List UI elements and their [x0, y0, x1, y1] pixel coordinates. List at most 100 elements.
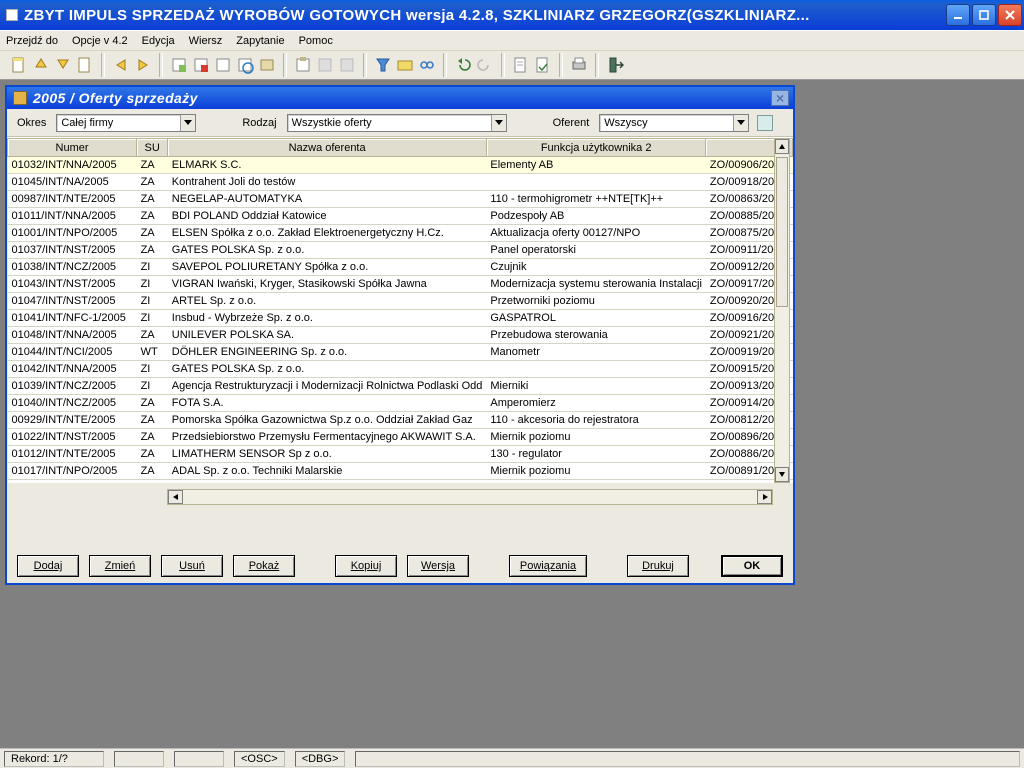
table-row[interactable]: 01038/INT/NCZ/2005ZISAVEPOL POLIURETANY …	[8, 259, 793, 276]
cell-su: ZA	[137, 327, 168, 344]
oferent-dropdown[interactable]: Wszyscy	[599, 114, 749, 132]
col-funk[interactable]: Funkcja użytkownika 2	[486, 139, 706, 157]
clipboard-icon[interactable]	[294, 56, 312, 74]
undo-icon[interactable]	[454, 56, 472, 74]
maximize-button[interactable]	[972, 4, 996, 26]
table-row[interactable]: 01048/INT/NNA/2005ZAUNILEVER POLSKA SA.P…	[8, 327, 793, 344]
cell-nazwa: Agencja Restrukturyzacji i Modernizacji …	[168, 378, 487, 395]
rodzaj-value: Wszystkie oferty	[292, 117, 372, 129]
inner-titlebar: 2005 / Oferty sprzedaży ×	[7, 87, 793, 109]
okres-label: Okres	[17, 117, 46, 129]
status-blank1	[114, 751, 164, 767]
table-row[interactable]: 01044/INT/NCI/2005WTDÖHLER ENGINEERING S…	[8, 344, 793, 361]
cell-funk: 110 - akcesoria do rejestratora	[486, 412, 706, 429]
cell-nazwa: "AUTOROBOT-STREFA" Sp.z o.o.	[168, 480, 487, 484]
cell-funk: Miernik poziomu	[486, 463, 706, 480]
funnel-icon[interactable]	[374, 56, 392, 74]
chevron-down-icon	[491, 115, 506, 131]
scroll-thumb[interactable]	[776, 157, 788, 307]
cell-su: ZA	[137, 446, 168, 463]
table-row[interactable]: 01042/INT/NNA/2005ZIGATES POLSKA Sp. z o…	[8, 361, 793, 378]
table-row[interactable]: 00987/INT/NTE/2005ZANEGELAP-AUTOMATYKA11…	[8, 191, 793, 208]
okres-dropdown[interactable]: Całej firmy	[56, 114, 196, 132]
usun-button[interactable]: Usuń	[161, 555, 223, 577]
pokaz-button[interactable]: Pokaż	[233, 555, 295, 577]
wersja-button[interactable]: Wersja	[407, 555, 469, 577]
zmien-button[interactable]: Zmień	[89, 555, 151, 577]
cell-num: 01047/INT/NST/2005	[8, 293, 137, 310]
doc-icon[interactable]	[10, 56, 28, 74]
cell-su: ZA	[137, 225, 168, 242]
status-blank2	[174, 751, 224, 767]
inner-close-button[interactable]: ×	[771, 90, 789, 106]
menu-wiersz[interactable]: Wiersz	[189, 35, 223, 47]
page-icon[interactable]	[512, 56, 530, 74]
table-row[interactable]: 00929/INT/NTE/2005ZAPomorska Spółka Gazo…	[8, 412, 793, 429]
cell-nazwa: BDI POLAND Oddział Katowice	[168, 208, 487, 225]
table-row[interactable]: 01022/INT/NST/2005ZAPrzedsiebiorstwo Prz…	[8, 429, 793, 446]
menu-edycja[interactable]: Edycja	[142, 35, 175, 47]
sheet-green-icon[interactable]	[170, 56, 188, 74]
sheet-red-icon[interactable]	[192, 56, 210, 74]
chevron-down-icon	[733, 115, 748, 131]
menu-pomoc[interactable]: Pomoc	[299, 35, 333, 47]
printer-icon[interactable]	[570, 56, 588, 74]
dodaj-button[interactable]: Dodaj	[17, 555, 79, 577]
doc2-icon[interactable]	[76, 56, 94, 74]
cell-num: 01040/INT/NCZ/2005	[8, 395, 137, 412]
cell-num: 01043/INT/NST/2005	[8, 276, 137, 293]
table-row[interactable]: 01043/INT/NST/2005ZIVIGRAN Iwański, Kryg…	[8, 276, 793, 293]
table-row[interactable]: 01047/INT/NST/2005ZIARTEL Sp. z o.o.Prze…	[8, 293, 793, 310]
cell-su: ZA	[137, 463, 168, 480]
table-row[interactable]: 01012/INT/NTE/2005ZALIMATHERM SENSOR Sp …	[8, 446, 793, 463]
status-dbg: <DBG>	[295, 751, 346, 767]
link-icon[interactable]	[418, 56, 436, 74]
cell-num: 01032/INT/NNA/2005	[8, 157, 137, 174]
menu-opcje[interactable]: Opcje v 4.2	[72, 35, 128, 47]
table-row[interactable]: 01011/INT/NNA/2005ZABDI POLAND Oddział K…	[8, 208, 793, 225]
sheet-refresh-icon[interactable]	[236, 56, 254, 74]
down-arrow-icon[interactable]	[54, 56, 72, 74]
table-row[interactable]: 01039/INT/NCZ/2005ZIAgencja Restrukturyz…	[8, 378, 793, 395]
menu-zapytanie[interactable]: Zapytanie	[236, 35, 284, 47]
sheet-blank-icon[interactable]	[214, 56, 232, 74]
ok-button[interactable]: OK	[721, 555, 783, 577]
app-icon	[6, 9, 18, 21]
redo-icon	[476, 56, 494, 74]
exit-icon[interactable]	[606, 56, 624, 74]
cell-num: 01012/INT/NTE/2005	[8, 446, 137, 463]
cell-su: ZI	[137, 361, 168, 378]
col-numer[interactable]: Numer	[8, 139, 137, 157]
page-check-icon[interactable]	[534, 56, 552, 74]
minimize-button[interactable]	[946, 4, 970, 26]
cell-nazwa: SAVEPOL POLIURETANY Spółka z o.o.	[168, 259, 487, 276]
cell-funk: Aktualizacja oferty 00127/NPO	[486, 225, 706, 242]
folder-icon[interactable]	[396, 56, 414, 74]
drukuj-button[interactable]: Drukuj	[627, 555, 689, 577]
cell-su: WT	[137, 344, 168, 361]
horizontal-scrollbar[interactable]	[167, 489, 773, 505]
col-nazwa[interactable]: Nazwa oferenta	[168, 139, 487, 157]
table-row[interactable]: 01017/INT/NPO/2005ZAADAL Sp. z o.o. Tech…	[8, 463, 793, 480]
table-row[interactable]: 01001/INT/NPO/2005ZAELSEN Spółka z o.o. …	[8, 225, 793, 242]
close-button[interactable]	[998, 4, 1022, 26]
powiazania-button[interactable]: Powiązania	[509, 555, 587, 577]
menu-przejdz[interactable]: Przejdź do	[6, 35, 58, 47]
right-arrow-icon[interactable]	[134, 56, 152, 74]
table-row[interactable]: 01040/INT/NCZ/2005ZAFOTA S.A.Amperomierz…	[8, 395, 793, 412]
book-icon[interactable]	[258, 56, 276, 74]
table-row[interactable]: 01023/INT/NST/2005ZA"AUTOROBOT-STREFA" S…	[8, 480, 793, 484]
up-arrow-icon[interactable]	[32, 56, 50, 74]
table-row[interactable]: 01041/INT/NFC-1/2005ZIInsbud - Wybrzeże …	[8, 310, 793, 327]
filter-settings-icon[interactable]	[757, 115, 773, 131]
table-row[interactable]: 01032/INT/NNA/2005ZAELMARK S.C.Elementy …	[8, 157, 793, 174]
inner-window-title: 2005 / Oferty sprzedaży	[33, 90, 198, 106]
table-row[interactable]: 01045/INT/NA/2005ZAKontrahent Joli do te…	[8, 174, 793, 191]
left-arrow-icon[interactable]	[112, 56, 130, 74]
cell-su: ZA	[137, 242, 168, 259]
kopiuj-button[interactable]: Kopiuj	[335, 555, 397, 577]
col-su[interactable]: SU	[137, 139, 168, 157]
rodzaj-dropdown[interactable]: Wszystkie oferty	[287, 114, 507, 132]
table-row[interactable]: 01037/INT/NST/2005ZAGATES POLSKA Sp. z o…	[8, 242, 793, 259]
vertical-scrollbar[interactable]	[774, 138, 790, 483]
